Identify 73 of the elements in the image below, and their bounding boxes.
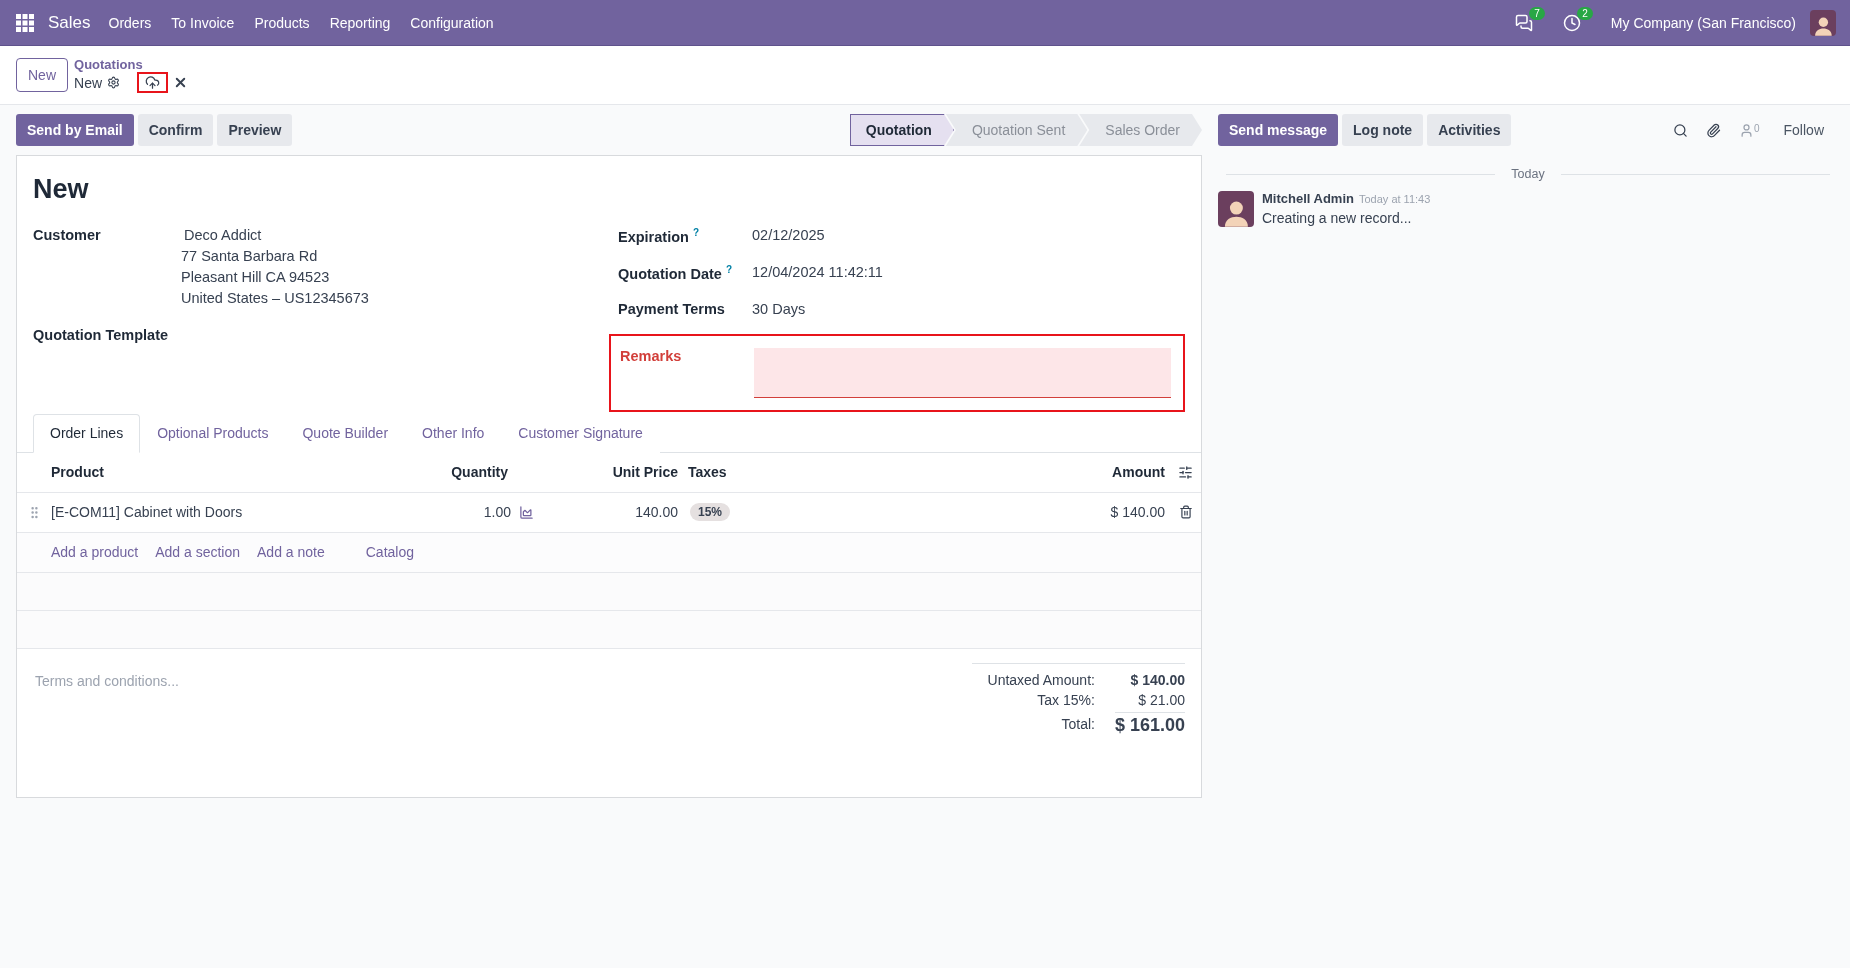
remarks-field[interactable] (754, 347, 1171, 398)
add-link[interactable]: Add a note (257, 544, 325, 561)
app-name[interactable]: Sales (48, 12, 91, 33)
chatter-button[interactable]: Activities (1427, 114, 1512, 146)
paperclip-icon[interactable] (1705, 122, 1721, 138)
field-value[interactable]: Deco Addict (181, 227, 609, 244)
column-header[interactable]: Product (51, 464, 428, 481)
forecast-chart-icon[interactable] (519, 504, 534, 520)
total-label: Untaxed Amount: (987, 671, 1095, 688)
settings-icon[interactable] (107, 76, 121, 89)
chat-icon[interactable] (1514, 13, 1533, 32)
column-header[interactable]: Unit Price (548, 464, 678, 481)
add-link[interactable]: Add a section (155, 544, 240, 561)
tax-tag: 15% (690, 503, 731, 522)
count-badge: 7 (1529, 6, 1545, 20)
save-button[interactable] (137, 72, 169, 93)
field-label: Remarks (620, 347, 683, 366)
total-label: Tax 15%: (1036, 691, 1095, 708)
column-header[interactable]: Taxes (678, 464, 788, 481)
chatter-button[interactable]: Log note (1342, 114, 1424, 146)
field-value: 77 Santa Barbara Rd (181, 248, 319, 265)
status-stage[interactable]: Quotation (849, 114, 954, 146)
chatter-button[interactable]: Send message (1218, 114, 1339, 146)
field-label: Quotation Template (33, 327, 170, 343)
record-title: New (32, 173, 90, 206)
action-button[interactable]: Preview (217, 114, 293, 146)
table-cell[interactable]: 140.00 (548, 504, 678, 521)
cloud-upload-icon[interactable] (145, 75, 161, 90)
breadcrumb-link[interactable]: Quotations (74, 57, 189, 72)
follow-button[interactable]: Follow (1777, 121, 1830, 139)
tab[interactable]: Order Lines (33, 413, 141, 453)
field-value: Pleasant Hill CA 94523 (181, 269, 331, 286)
total-value: $ 161.00 (1114, 711, 1185, 736)
add-link[interactable]: Add a product (51, 544, 139, 561)
total-label: Total: (1060, 715, 1095, 734)
field-label: Payment Terms (618, 300, 726, 318)
total-value: $ 140.00 (1129, 671, 1185, 688)
menu-item[interactable]: Products (254, 14, 310, 31)
table-cell[interactable]: 1.00 (483, 504, 511, 521)
action-button[interactable]: Confirm (137, 114, 214, 146)
message-author: Mitchell Admin (1262, 191, 1354, 206)
search-icon[interactable] (1672, 122, 1688, 138)
clock-icon[interactable] (1562, 13, 1581, 32)
field-value: United States – US12345673 (181, 290, 370, 307)
column-header[interactable]: Amount (788, 464, 1165, 481)
field-label: Quotation Date $^{?}$ (618, 263, 734, 282)
new-button[interactable]: New (16, 58, 68, 92)
breadcrumb-current: New (74, 74, 103, 91)
menu-item[interactable]: Orders (108, 14, 152, 31)
avatar-icon (1218, 191, 1254, 227)
table-cell[interactable]: $ 140.00 (788, 504, 1165, 521)
delete-icon[interactable] (1179, 505, 1193, 520)
menu-item[interactable]: Reporting (329, 14, 391, 31)
message-body: Creating a new record... (1262, 210, 1413, 226)
count-badge: 2 (1577, 6, 1593, 20)
field-value[interactable]: 02/12/2025 (752, 227, 1185, 245)
message-time: Today at 11:43 (1358, 193, 1431, 205)
field-label: Customer (33, 227, 102, 245)
date-separator: Today (1511, 167, 1545, 181)
apps-grid-icon[interactable] (16, 13, 34, 32)
action-button[interactable]: Send by Email (16, 114, 134, 146)
field-value[interactable]: 12/04/2024 11:42:11 (752, 263, 1185, 282)
total-value: $ 21.00 (1137, 691, 1185, 708)
company-name[interactable]: My Company (San Francisco) (1610, 14, 1796, 31)
avatar-icon (1810, 9, 1836, 36)
menu-item[interactable]: Configuration (410, 14, 494, 31)
add-link[interactable]: Catalog (365, 544, 414, 561)
menu-item[interactable]: To Invoice (171, 14, 235, 31)
field-value[interactable]: 30 Days (752, 300, 1185, 318)
column-header[interactable]: Quantity (428, 464, 548, 481)
field-label: Expiration $^{?}$ (618, 227, 700, 245)
table-cell[interactable]: [E-COM11] Cabinet with Doors (51, 504, 428, 521)
column-settings-icon[interactable] (1178, 464, 1193, 480)
